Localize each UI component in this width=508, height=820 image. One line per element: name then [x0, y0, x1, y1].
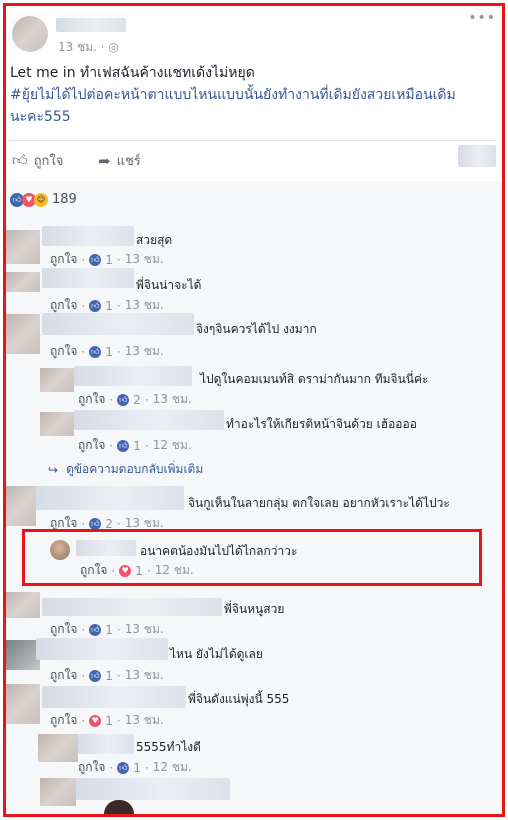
highlight-reply-frame [22, 529, 482, 586]
highlight-outer-frame [3, 3, 505, 817]
